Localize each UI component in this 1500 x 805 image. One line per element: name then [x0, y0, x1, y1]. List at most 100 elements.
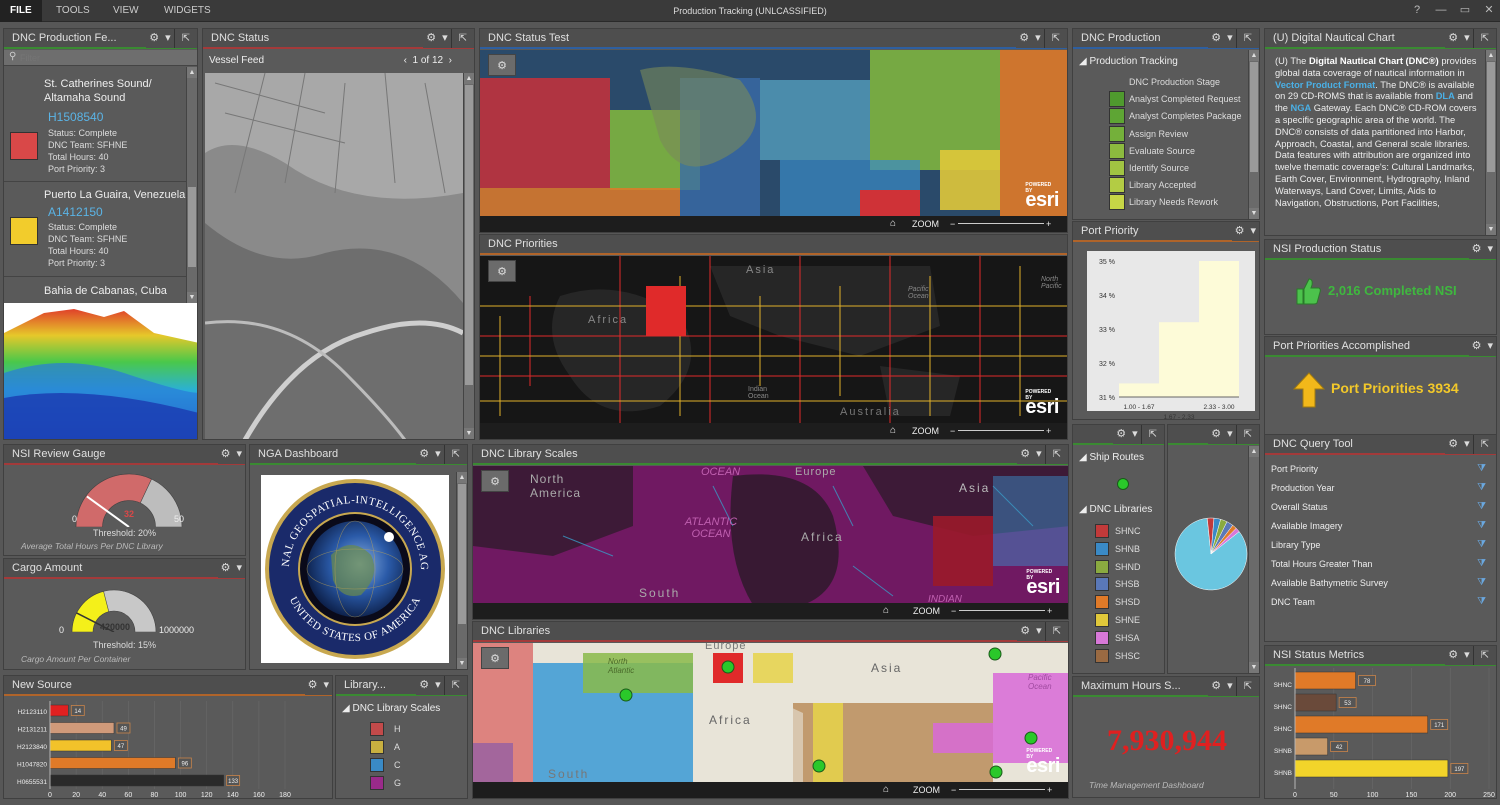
chevron-down-icon[interactable]: ▾: [233, 445, 245, 464]
query-item[interactable]: Total Hours Greater Than ⧩: [1271, 556, 1486, 572]
gear-icon[interactable]: ⚙: [1208, 29, 1224, 48]
popout-icon[interactable]: ⇱: [1472, 646, 1496, 665]
query-item[interactable]: Available Imagery ⧩: [1271, 518, 1486, 534]
gear-icon[interactable]: ⚙: [1445, 435, 1461, 454]
gear-icon[interactable]: ⚙: [218, 559, 234, 578]
popout-icon[interactable]: ⇱: [1472, 29, 1496, 48]
feed-scrollbar[interactable]: ▲ ▼: [186, 67, 197, 303]
home-icon[interactable]: ⌂: [883, 782, 889, 798]
query-item[interactable]: Overall Status ⧩: [1271, 499, 1486, 515]
legend-group-header[interactable]: ◢ Production Tracking: [1079, 56, 1178, 67]
chevron-down-icon[interactable]: ▾: [439, 29, 451, 48]
legend-item[interactable]: SHND: [1095, 559, 1141, 578]
legend-item[interactable]: A: [370, 740, 401, 758]
legend-item[interactable]: Identify Source: [1109, 159, 1249, 177]
chevron-down-icon[interactable]: ▾: [320, 676, 332, 695]
status-scrollbar[interactable]: ▲ ▼: [463, 73, 474, 439]
popout-icon[interactable]: ⇱: [1044, 445, 1068, 464]
chevron-down-icon[interactable]: ▾: [1032, 29, 1044, 48]
gear-icon[interactable]: ⚙: [1017, 622, 1033, 641]
filter-icon[interactable]: ⧩: [1477, 575, 1486, 591]
restore-button[interactable]: ▭: [1454, 0, 1476, 20]
gear-icon[interactable]: ⚙: [1469, 337, 1485, 356]
home-icon[interactable]: ⌂: [890, 216, 896, 232]
nga-link[interactable]: NGA: [1291, 103, 1312, 113]
zoom-slider[interactable]: [958, 430, 1044, 431]
gear-icon[interactable]: ⚙: [305, 676, 321, 695]
popout-icon[interactable]: ⇱: [1140, 425, 1164, 444]
gear-icon[interactable]: ⚙: [1445, 646, 1461, 665]
chevron-down-icon[interactable]: ▾: [1033, 622, 1045, 641]
gear-icon[interactable]: ⚙: [416, 445, 432, 464]
map-tool-button[interactable]: ⚙: [488, 260, 516, 282]
popout-icon[interactable]: ⇱: [1235, 29, 1259, 48]
legend-item[interactable]: Library Accepted: [1109, 177, 1249, 194]
legend-item[interactable]: Library Needs Rework: [1109, 194, 1249, 211]
legend-item[interactable]: Analyst Completed Request: [1109, 91, 1249, 108]
popout-icon[interactable]: ⇱: [173, 29, 197, 48]
popout-icon[interactable]: ⇱: [1043, 29, 1067, 48]
menu-widgets[interactable]: WIDGETS: [154, 0, 221, 22]
zoom-out-button[interactable]: −: [950, 423, 955, 439]
map-tool-button[interactable]: ⚙: [481, 647, 509, 669]
list-item[interactable]: St. Catherines Sound/ Altamaha Sound H15…: [4, 67, 187, 182]
filter-icon[interactable]: ⧩: [1477, 556, 1486, 572]
menu-file[interactable]: FILE: [0, 0, 42, 22]
chevron-down-icon[interactable]: ▾: [1461, 29, 1473, 48]
popout-icon[interactable]: ⇱: [1235, 425, 1259, 444]
popout-icon[interactable]: ⇱: [1472, 435, 1496, 454]
gear-icon[interactable]: ⚙: [1469, 240, 1485, 259]
chevron-down-icon[interactable]: ▾: [432, 445, 444, 464]
legend-item[interactable]: DNC Production Stage: [1109, 74, 1249, 91]
close-button[interactable]: ✕: [1478, 0, 1500, 20]
chevron-down-icon[interactable]: ▾: [1224, 425, 1236, 444]
list-item[interactable]: Puerto La Guaira, Venezuela A1412150 Sta…: [4, 183, 187, 277]
chevron-down-icon[interactable]: ▾: [1129, 425, 1141, 444]
zoom-out-button[interactable]: −: [951, 603, 956, 619]
chevron-down-icon[interactable]: ▾: [1224, 29, 1236, 48]
legend-item[interactable]: SHNC: [1095, 524, 1141, 542]
legend-item[interactable]: SHNE: [1095, 612, 1141, 631]
popout-icon[interactable]: ⇱: [1235, 677, 1259, 696]
zoom-in-button[interactable]: +: [1046, 216, 1051, 232]
menu-tools[interactable]: TOOLS: [46, 0, 100, 22]
minimize-button[interactable]: —: [1430, 0, 1452, 20]
pie-scrollbar[interactable]: ▲ ▼: [1248, 446, 1259, 673]
description-scrollbar[interactable]: ▲ ▼: [1485, 50, 1496, 235]
vpf-link[interactable]: Vector Product Format: [1275, 80, 1375, 90]
popout-icon[interactable]: ⇱: [443, 445, 467, 464]
zoom-slider[interactable]: [959, 610, 1045, 611]
legend-item[interactable]: SHSC: [1095, 648, 1141, 667]
popout-icon[interactable]: ⇱: [443, 676, 467, 695]
legend-item[interactable]: Assign Review: [1109, 125, 1249, 143]
chevron-down-icon[interactable]: ▾: [1461, 435, 1473, 454]
filter-icon[interactable]: ⧩: [1477, 499, 1486, 515]
gear-icon[interactable]: ⚙: [1113, 425, 1129, 444]
gear-icon[interactable]: ⚙: [1232, 222, 1248, 241]
production-scrollbar[interactable]: ▲ ▼: [1248, 50, 1259, 219]
filter-field[interactable]: ⚲: [4, 50, 197, 66]
gear-icon[interactable]: ⚙: [218, 445, 234, 464]
filter-input[interactable]: [20, 51, 190, 64]
zoom-in-button[interactable]: +: [1047, 782, 1052, 798]
query-item[interactable]: Library Type ⧩: [1271, 537, 1486, 553]
item-id-link[interactable]: H1508540: [48, 110, 103, 124]
map-tool-button[interactable]: ⚙: [481, 470, 509, 492]
list-item[interactable]: Bahia de Cabanas, Cuba: [4, 278, 187, 303]
legend-group-header[interactable]: ◢ DNC Library Scales: [342, 703, 440, 714]
legend-item[interactable]: SHSB: [1095, 577, 1141, 595]
home-icon[interactable]: ⌂: [890, 423, 896, 439]
dla-link[interactable]: DLA: [1436, 91, 1455, 101]
filter-icon[interactable]: ⧩: [1477, 518, 1486, 534]
query-item[interactable]: Available Bathymetric Survey ⧩: [1271, 575, 1486, 591]
zoom-out-button[interactable]: −: [950, 216, 955, 232]
gear-icon[interactable]: ⚙: [1017, 445, 1033, 464]
legend-item[interactable]: Analyst Completes Package: [1109, 108, 1249, 125]
legend-item[interactable]: Evaluate Source: [1109, 142, 1249, 160]
map-tool-button[interactable]: ⚙: [488, 54, 516, 76]
legend-item[interactable]: G: [370, 776, 401, 794]
chevron-down-icon[interactable]: ▾: [233, 559, 245, 578]
zoom-slider[interactable]: [958, 223, 1044, 224]
gear-icon[interactable]: ⚙: [146, 29, 162, 48]
filter-icon[interactable]: ⧩: [1477, 594, 1486, 610]
